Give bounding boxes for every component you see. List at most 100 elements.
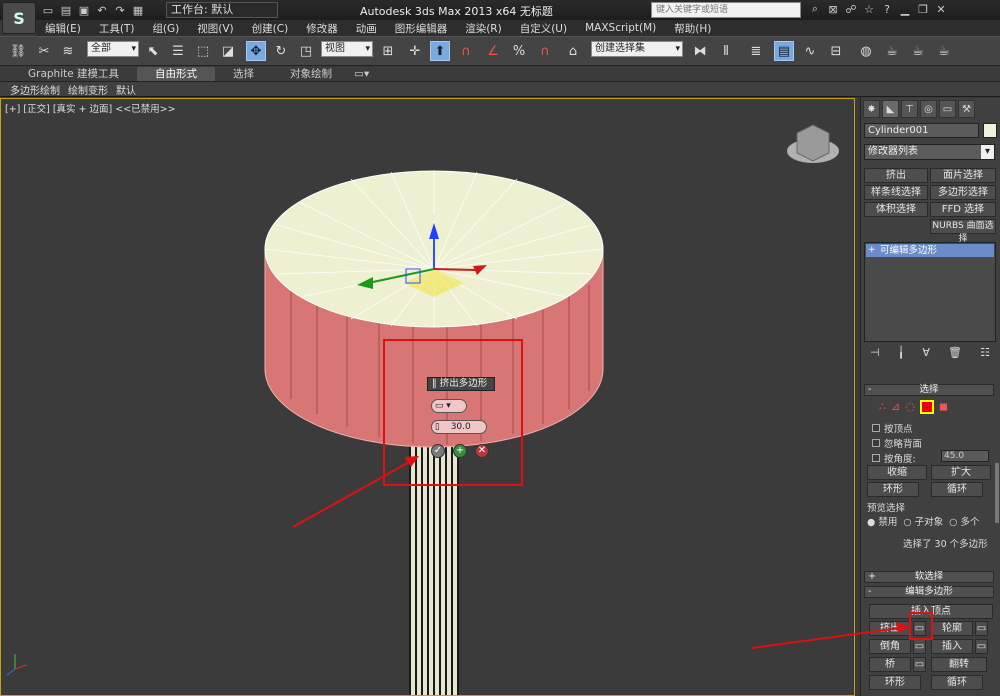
search-input[interactable]: 键入关键字或短语 bbox=[651, 2, 801, 18]
minimize-icon[interactable]: ▁ bbox=[898, 2, 912, 16]
ring-button[interactable]: 环形 bbox=[867, 482, 919, 497]
rectangular-selection-icon[interactable]: ⬚ bbox=[193, 41, 213, 61]
grow-button[interactable]: 扩大 bbox=[931, 465, 991, 480]
named-selection-dropdown[interactable]: 创建选择集 bbox=[591, 41, 683, 57]
shrink-button[interactable]: 收缩 bbox=[867, 465, 927, 480]
communication-icon[interactable]: ☍ bbox=[844, 2, 858, 16]
object-name-field[interactable]: Cylinder001 bbox=[864, 123, 979, 138]
viewcube-icon[interactable] bbox=[796, 124, 830, 162]
select-rotate-icon[interactable]: ↻ bbox=[271, 41, 291, 61]
project-folder-icon[interactable]: ▦ bbox=[130, 2, 146, 18]
menu-maxscript[interactable]: MAXScript(M) bbox=[576, 22, 665, 34]
spinner-snap-icon[interactable]: ∩ bbox=[535, 41, 555, 61]
poly-select-button[interactable]: 多边形选择 bbox=[930, 185, 996, 200]
inset-settings-button[interactable]: ▭ bbox=[975, 639, 988, 654]
menu-tools[interactable]: 工具(T) bbox=[90, 21, 144, 36]
object-color-swatch[interactable] bbox=[983, 123, 997, 138]
restore-icon[interactable]: ❐ bbox=[916, 2, 930, 16]
bevel-settings-button[interactable]: ▭ bbox=[913, 639, 926, 654]
ffd-select-button[interactable]: FFD 选择 bbox=[930, 202, 996, 217]
border-level-icon[interactable]: ◌ bbox=[905, 400, 915, 414]
curve-editor-icon[interactable]: ∿ bbox=[800, 41, 820, 61]
spline-select-button[interactable]: 样条线选择 bbox=[864, 185, 928, 200]
bevel-button[interactable]: 倒角 bbox=[869, 639, 911, 654]
keyboard-shortcut-override-icon[interactable]: ⬆ bbox=[430, 41, 450, 61]
pin-stack-icon[interactable]: ⊣ bbox=[870, 346, 880, 359]
select-by-name-icon[interactable]: ☰ bbox=[168, 41, 188, 61]
subscription-icon[interactable]: ⊠ bbox=[826, 2, 840, 16]
align-icon[interactable]: ⫴ bbox=[716, 41, 736, 61]
preview-off-radio[interactable]: ● 禁用 bbox=[867, 514, 897, 528]
edit-named-selection-icon[interactable]: ⌂ bbox=[563, 41, 583, 61]
close-icon[interactable]: ✕ bbox=[934, 2, 948, 16]
selection-filter-dropdown[interactable]: 全部 bbox=[87, 41, 139, 57]
create-tab-icon[interactable]: ✸ bbox=[863, 100, 880, 118]
vertex-level-icon[interactable]: ∴ bbox=[879, 400, 886, 414]
unlink-icon[interactable]: ✂ bbox=[34, 41, 54, 61]
new-file-icon[interactable]: ▭ bbox=[40, 2, 56, 18]
app-logo[interactable]: S bbox=[2, 2, 36, 34]
link-icon[interactable]: ⛓ bbox=[8, 41, 28, 61]
render-production-icon[interactable]: ☕ bbox=[934, 41, 954, 61]
gizmo-x-axis[interactable] bbox=[433, 268, 476, 271]
window-crossing-icon[interactable]: ◪ bbox=[218, 41, 238, 61]
menu-create[interactable]: 创建(C) bbox=[243, 21, 298, 36]
caddy-title[interactable]: ‖ 挤出多边形 bbox=[427, 377, 495, 391]
angle-snap-icon[interactable]: ∠ bbox=[483, 41, 503, 61]
select-move-icon[interactable]: ✥ bbox=[246, 41, 266, 61]
caddy-apply-icon[interactable]: + bbox=[453, 444, 467, 458]
element-level-icon[interactable]: ◼ bbox=[939, 400, 948, 414]
select-object-icon[interactable]: ⬉ bbox=[143, 41, 163, 61]
menu-views[interactable]: 视图(V) bbox=[188, 21, 242, 36]
utilities-tab-icon[interactable]: ⚒ bbox=[958, 100, 975, 118]
angle-spinner[interactable]: 45.0 bbox=[941, 450, 989, 462]
bridge-settings-button[interactable]: ▭ bbox=[913, 657, 926, 672]
graphite-toggle-icon[interactable]: ▤ bbox=[774, 41, 794, 61]
stack-item-editable-poly[interactable]: 可编辑多边形 bbox=[866, 244, 994, 257]
select-scale-icon[interactable]: ◳ bbox=[296, 41, 316, 61]
panel-scrollbar[interactable] bbox=[995, 463, 999, 523]
redo-icon[interactable]: ↷ bbox=[112, 2, 128, 18]
hierarchy-tab-icon[interactable]: ⊤ bbox=[901, 100, 918, 118]
percent-snap-icon[interactable]: % bbox=[509, 41, 529, 61]
workspace-dropdown[interactable]: 工作台: 默认 bbox=[166, 2, 278, 18]
remove-modifier-icon[interactable]: 🗑 bbox=[948, 346, 962, 359]
selection-rollout-header[interactable]: 选择 bbox=[864, 384, 994, 396]
volume-select-button[interactable]: 体积选择 bbox=[864, 202, 928, 217]
panel-paint-deform[interactable]: 绘制变形 bbox=[68, 82, 108, 97]
caddy-ok-icon[interactable]: ✓ bbox=[431, 444, 445, 458]
tab-object-paint[interactable]: 对象绘制 bbox=[272, 67, 350, 81]
caddy-cancel-icon[interactable]: ✕ bbox=[475, 444, 489, 458]
menu-edit[interactable]: 编辑(E) bbox=[36, 21, 90, 36]
menu-group[interactable]: 组(G) bbox=[143, 21, 188, 36]
panel-poly-draw[interactable]: 多边形绘制 bbox=[10, 82, 60, 97]
soft-selection-rollout-header[interactable]: 软选择 bbox=[864, 571, 994, 583]
outline-settings-button[interactable]: ▭ bbox=[975, 621, 988, 636]
by-vertex-checkbox[interactable]: 按顶点 bbox=[872, 421, 913, 435]
undo-icon[interactable]: ↶ bbox=[94, 2, 110, 18]
flip-button[interactable]: 翻转 bbox=[931, 657, 987, 672]
edge-level-icon[interactable]: ⊿ bbox=[891, 400, 900, 414]
save-icon[interactable]: ▣ bbox=[76, 2, 92, 18]
inset-button[interactable]: 插入 bbox=[931, 639, 973, 654]
material-editor-icon[interactable]: ◍ bbox=[856, 41, 876, 61]
extrude-height-spinner[interactable]: ▯ 30.0 bbox=[431, 420, 487, 434]
menu-animation[interactable]: 动画 bbox=[347, 21, 386, 36]
extrude-modifier-button[interactable]: 挤出 bbox=[864, 168, 928, 183]
rendered-frame-icon[interactable]: ☕ bbox=[908, 41, 928, 61]
select-manipulate-icon[interactable]: ✛ bbox=[405, 41, 425, 61]
schematic-view-icon[interactable]: ⊟ bbox=[826, 41, 846, 61]
poly-ring-button[interactable]: 环形 bbox=[869, 675, 921, 690]
configure-sets-icon[interactable]: ☷ bbox=[980, 346, 990, 359]
menu-graph-editors[interactable]: 图形编辑器 bbox=[386, 21, 457, 36]
mirror-icon[interactable]: ⧓ bbox=[690, 41, 710, 61]
tab-graphite-modeling[interactable]: Graphite 建模工具 bbox=[10, 67, 137, 81]
preview-multi-radio[interactable]: ○ 多个 bbox=[949, 514, 979, 528]
loop-button[interactable]: 循环 bbox=[931, 482, 983, 497]
make-unique-icon[interactable]: ∀ bbox=[922, 346, 930, 359]
tab-selection[interactable]: 选择 bbox=[215, 67, 272, 81]
outline-button[interactable]: 轮廓 bbox=[931, 621, 973, 636]
menu-modifiers[interactable]: 修改器 bbox=[297, 21, 347, 36]
search-icon[interactable]: ⌕ bbox=[808, 2, 822, 16]
display-tab-icon[interactable]: ▭ bbox=[939, 100, 956, 118]
